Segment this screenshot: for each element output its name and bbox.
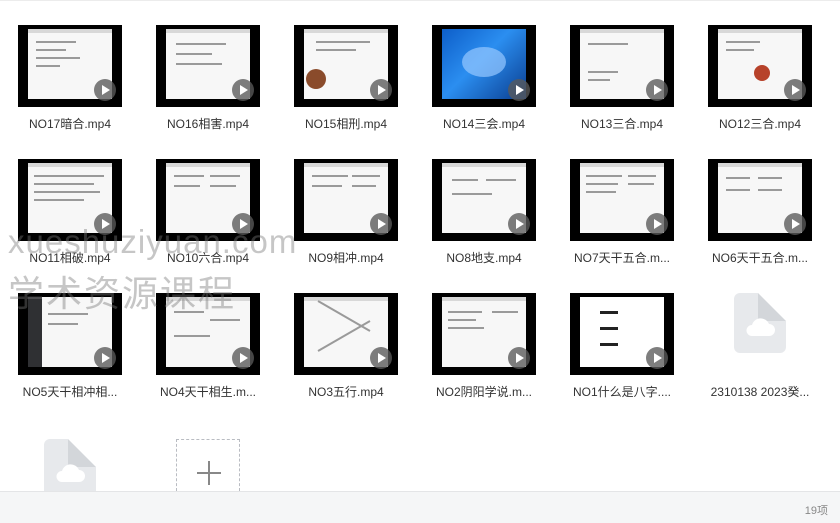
file-name: NO15相刑.mp4	[304, 117, 388, 131]
play-icon	[232, 347, 254, 369]
file-tile-cloud[interactable]	[4, 427, 136, 491]
play-icon	[94, 347, 116, 369]
play-icon	[370, 347, 392, 369]
video-thumbnail	[294, 293, 398, 375]
play-icon	[784, 79, 806, 101]
play-icon	[232, 79, 254, 101]
file-tile-no1[interactable]: NO1什么是八字....	[556, 281, 688, 409]
watermark-url: xueshuziyuan.com	[8, 223, 298, 260]
status-bar: 19项	[0, 491, 840, 523]
file-name: NO16相害.mp4	[166, 117, 250, 131]
video-thumbnail	[708, 25, 812, 107]
play-icon	[508, 347, 530, 369]
play-icon	[370, 79, 392, 101]
play-icon	[508, 213, 530, 235]
file-tile-2310138[interactable]: 2310138 2023癸...	[694, 281, 826, 409]
file-name: NO1什么是八字....	[572, 385, 671, 399]
file-tile-no3[interactable]: NO3五行.mp4	[280, 281, 412, 409]
file-name: NO14三会.mp4	[442, 117, 526, 131]
video-thumbnail	[294, 159, 398, 241]
video-thumbnail	[18, 25, 122, 107]
play-icon	[646, 213, 668, 235]
file-tile-no16[interactable]: NO16相害.mp4	[142, 13, 274, 141]
file-tile-no13[interactable]: NO13三合.mp4	[556, 13, 688, 141]
file-browser: NO17暗合.mp4 NO16相害.mp4 NO15相刑.mp4 NO14三会.…	[0, 0, 840, 523]
file-tile-no17[interactable]: NO17暗合.mp4	[4, 13, 136, 141]
video-thumbnail	[570, 25, 674, 107]
file-name: NO13三合.mp4	[580, 117, 664, 131]
video-thumbnail	[570, 159, 674, 241]
file-tile-no15[interactable]: NO15相刑.mp4	[280, 13, 412, 141]
play-icon	[784, 213, 806, 235]
item-count: 19项	[804, 505, 828, 517]
file-name: NO5天干相冲相...	[22, 385, 118, 399]
file-tile-no2[interactable]: NO2阴阳学说.m...	[418, 281, 550, 409]
file-tile-no8[interactable]: NO8地支.mp4	[418, 147, 550, 275]
file-name: 2310138 2023癸...	[710, 385, 810, 399]
video-thumbnail	[294, 25, 398, 107]
file-tile-no9[interactable]: NO9相冲.mp4	[280, 147, 412, 275]
file-tile-no12[interactable]: NO12三合.mp4	[694, 13, 826, 141]
file-name: NO3五行.mp4	[308, 385, 384, 399]
file-name: NO8地支.mp4	[446, 251, 522, 265]
add-file-button[interactable]	[176, 439, 240, 491]
video-thumbnail	[432, 159, 536, 241]
video-thumbnail	[708, 159, 812, 241]
play-icon	[94, 79, 116, 101]
video-thumbnail	[570, 293, 674, 375]
file-name: NO4天干相生.m...	[159, 385, 256, 399]
file-name: NO17暗合.mp4	[28, 117, 112, 131]
video-thumbnail	[156, 25, 260, 107]
file-name: NO12三合.mp4	[718, 117, 802, 131]
play-icon	[508, 79, 530, 101]
video-thumbnail	[432, 293, 536, 375]
video-thumbnail	[432, 25, 536, 107]
play-icon	[646, 347, 668, 369]
file-name: NO9相冲.mp4	[308, 251, 384, 265]
file-tile-no14[interactable]: NO14三会.mp4	[418, 13, 550, 141]
file-name: NO6天干五合.m...	[711, 251, 808, 265]
file-tile-no7[interactable]: NO7天干五合.m...	[556, 147, 688, 275]
cloud-file-icon	[44, 439, 96, 491]
play-icon	[370, 213, 392, 235]
cloud-file-icon	[734, 293, 786, 353]
file-name: NO2阴阳学说.m...	[435, 385, 532, 399]
watermark-text: 学术资源课程	[8, 273, 237, 314]
file-tile-no6[interactable]: NO6天干五合.m...	[694, 147, 826, 275]
file-name: NO7天干五合.m...	[573, 251, 670, 265]
play-icon	[646, 79, 668, 101]
